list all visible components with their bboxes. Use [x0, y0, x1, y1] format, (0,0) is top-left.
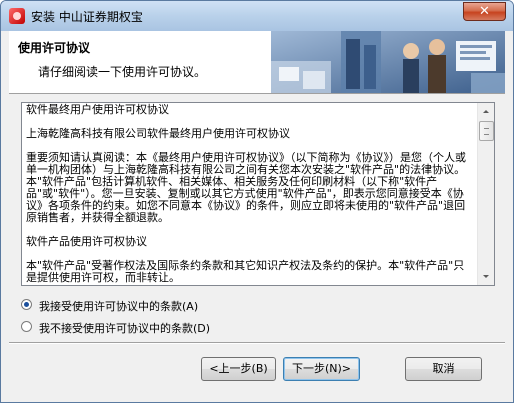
installer-window: 安装 中山证券期权宝 ✕ 使用许可协议 请仔细阅读一下使用许可协议。 软件最终用…: [0, 0, 514, 403]
chevron-down-icon: [483, 275, 489, 278]
decline-label: 我不接受使用许可协议中的条款(D): [39, 322, 211, 335]
cancel-button[interactable]: 取消: [405, 357, 482, 381]
license-paragraph: 重要须知请认真阅读：本《最终用户使用许可权协议》（以下简称为《协议》）是您（个人…: [26, 151, 466, 224]
license-agreement-textbox[interactable]: 软件最终用户使用许可权协议 上海乾隆高科技有限公司软件最终用户使用许可权协议 重…: [21, 102, 495, 286]
scroll-down-button[interactable]: [478, 268, 494, 285]
back-button[interactable]: <上一步(B): [201, 357, 276, 381]
next-button[interactable]: 下一步(N)>: [283, 357, 360, 381]
accept-radio[interactable]: [21, 299, 32, 310]
title-bar[interactable]: 安装 中山证券期权宝 ✕: [1, 1, 513, 31]
close-button[interactable]: ✕: [463, 2, 506, 21]
close-icon: ✕: [479, 4, 490, 19]
chevron-up-icon: [483, 110, 489, 113]
footer-divider: [9, 342, 505, 344]
decline-radio[interactable]: [21, 321, 32, 332]
license-paragraph: 软件产品使用许可权协议: [26, 235, 147, 248]
page-title: 使用许可协议: [18, 41, 91, 55]
wizard-header: 使用许可协议 请仔细阅读一下使用许可协议。: [9, 31, 505, 94]
license-paragraph: 软件最终用户使用许可权协议: [26, 103, 169, 116]
vertical-scrollbar[interactable]: [477, 103, 494, 285]
license-paragraph: 本"软件产品"受著作权法及国际条约条款和其它知识产权法及条约的保护。本"软件产品…: [26, 259, 465, 284]
license-paragraph: 上海乾隆高科技有限公司软件最终用户使用许可权协议: [26, 127, 290, 140]
accept-label: 我接受使用许可协议中的条款(A): [39, 300, 199, 313]
window-title: 安装 中山证券期权宝: [31, 10, 143, 24]
license-text: 软件最终用户使用许可权协议 上海乾隆高科技有限公司软件最终用户使用许可权协议 重…: [22, 103, 475, 285]
app-icon: [9, 8, 25, 24]
page-subtitle: 请仔细阅读一下使用许可协议。: [38, 65, 207, 79]
scroll-up-button[interactable]: [478, 103, 494, 120]
scrollbar-thumb[interactable]: [479, 121, 494, 141]
header-banner-image: [271, 31, 505, 93]
